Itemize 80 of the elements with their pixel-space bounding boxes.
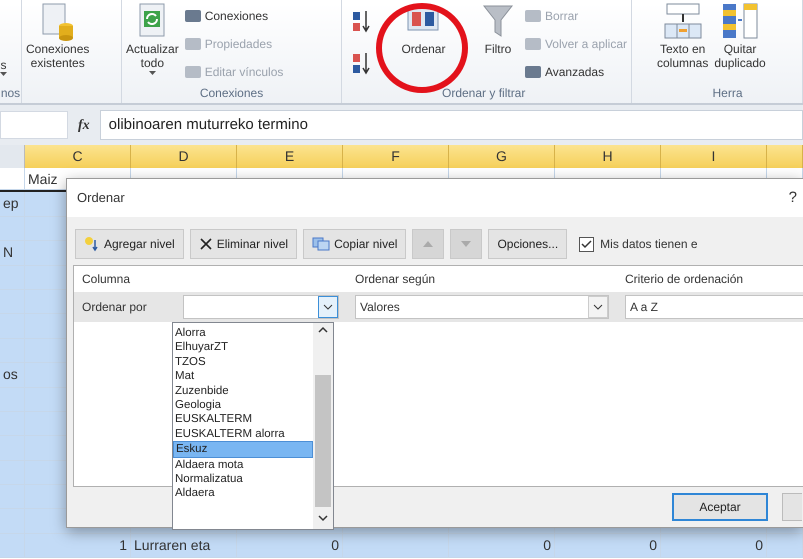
column-heading: Ordenar según [355,272,436,286]
group-label: nos [0,86,20,100]
dropdown-option[interactable]: EUSKALTERM [173,412,313,427]
ribbon-button[interactable]: Filtro [480,2,515,56]
advanced-filter-icon [524,66,541,78]
ribbon-button[interactable]: Texto en columnas [657,2,708,71]
table-cell: 0 [661,534,767,558]
ribbon-button[interactable]: Quitar duplicado [714,2,766,71]
toolbar-button[interactable]: Eliminar nivel [190,229,298,259]
ok-button[interactable]: Aceptar [672,493,768,521]
dropdown-option[interactable]: TZOS [173,354,313,370]
column-header[interactable]: C [25,145,131,168]
order-combo[interactable]: A a Z [625,295,803,319]
sort-descending-icon[interactable] [352,52,372,76]
column-header[interactable]: I [661,145,767,168]
table-cell: Lurraren eta [131,534,237,558]
table-cell: ep [0,192,25,217]
ribbon-button[interactable]: s [0,0,7,76]
ribbon-button[interactable]: Actualizar todo [126,2,179,75]
scrollbar[interactable] [313,323,333,529]
function-button[interactable]: fx [74,114,94,136]
column-header[interactable]: G [449,145,555,168]
clear-filter-icon [524,10,541,22]
dropdown-option[interactable]: Aldaera mota [173,458,313,472]
table-cell: 0 [555,534,661,558]
row-label: Ordenar por [82,299,148,316]
connection-icon [184,10,201,22]
table-cell: 1 [25,534,131,558]
ribbon-button[interactable]: Avanzadas [524,60,627,84]
dropdown-button[interactable] [588,296,608,318]
checkbox[interactable] [579,236,594,252]
group-label: Herra [712,86,742,100]
table-cell: 0 [237,534,343,558]
column-header[interactable]: H [555,145,661,168]
sort-level-row[interactable]: Ordenar por Valores A a Z [74,292,803,322]
dropdown-option[interactable]: Zuzenbide [173,384,313,398]
dialog-title: Ordenar [77,189,125,208]
column-header[interactable]: D [131,145,237,168]
triangle-down-icon [461,241,472,247]
dropdown-option[interactable]: ElhuyarZT [173,340,313,355]
dropdown-option[interactable]: Aldaera [173,486,313,501]
group-label: Ordenar y filtrar [442,86,526,100]
column-heading: Criterio de ordenación [625,272,744,286]
toolbar-button[interactable]: Copiar nivel [303,229,406,259]
dropdown-option[interactable]: Normalizatua [173,472,313,486]
table-cell: N [0,241,25,266]
sort-ascending-icon[interactable] [352,10,372,34]
help-button[interactable]: ? [788,186,797,210]
add-level-icon [84,236,100,252]
scrollbar-thumb[interactable] [315,375,331,507]
toolbar-button[interactable]: Agregar nivel [75,229,184,259]
dropdown-option[interactable]: Geologia [173,398,313,412]
caret-icon [0,72,7,76]
close-icon [198,237,213,251]
group-label: Conexiones [200,86,264,100]
column-header[interactable]: E [237,145,343,168]
caret-icon [148,70,156,75]
toolbar-button[interactable]: Opciones... [488,229,568,259]
sort-on-combo[interactable]: Valores [355,295,609,319]
database-icon [40,2,75,42]
properties-icon [184,38,201,50]
dropdown-button[interactable] [318,296,338,318]
link-icon [184,66,201,78]
copy-icon [312,237,330,251]
triangle-up-icon [423,241,434,247]
formula-field[interactable]: olibinoaren muturreko termino [100,110,803,140]
dropdown-option[interactable]: EUSKALTERM alorra [173,426,313,442]
dropdown-option[interactable]: Eskuz [173,441,313,458]
dropdown-option[interactable]: Alorra [173,326,313,340]
checkbox-label: Mis datos tienen e [600,236,698,253]
dropdown-option[interactable]: Mat [173,369,313,384]
column-heading: Columna [82,272,130,286]
reapply-icon [524,38,541,50]
table-cell: os [0,363,25,388]
column-header[interactable]: F [343,145,449,168]
table-cell: 0 [449,534,555,558]
ribbon-button[interactable]: Conexiones [184,4,284,28]
chevron-down-icon [323,304,333,310]
ribbon-button[interactable]: Conexiones existentes [26,2,90,71]
chevron-down-icon [593,304,603,310]
